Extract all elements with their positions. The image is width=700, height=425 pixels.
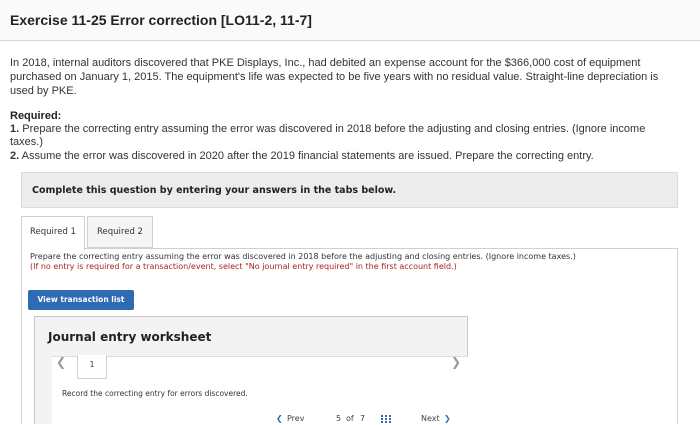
next-button[interactable]: Next (421, 414, 440, 423)
intro-line-1: In 2018, internal auditors discovered th… (10, 57, 641, 69)
view-transaction-list-button[interactable]: View transaction list (28, 290, 134, 310)
record-entry-text: Record the correcting entry for errors d… (62, 389, 248, 398)
grid-icon[interactable] (381, 415, 391, 423)
intro-line-2: purchased on January 1, 2015. The equipm… (10, 71, 659, 83)
required-item-2: 2. Assume the error was discovered in 20… (10, 150, 670, 163)
complete-question-text: Complete this question by entering your … (32, 185, 397, 196)
page-title: Exercise 11-25 Error correction [LO11-2,… (10, 12, 312, 28)
required-heading: Required: (10, 110, 62, 122)
next-chevron-icon[interactable]: ❯ (444, 414, 451, 423)
worksheet-page-indicator[interactable]: 1 (77, 355, 107, 379)
instructions-line-1: Prepare the correcting entry assuming th… (30, 252, 576, 261)
instructions: Prepare the correcting entry assuming th… (30, 252, 650, 272)
required-item-2-text: Assume the error was discovered in 2020 … (21, 150, 594, 162)
chevron-left-icon[interactable]: ❮ (56, 355, 66, 369)
required-item-1-line-1: Prepare the correcting entry assuming th… (22, 123, 646, 135)
tab-required-1[interactable]: Required 1 (21, 216, 85, 250)
intro-line-3: used by PKE. (10, 85, 77, 97)
worksheet-title: Journal entry worksheet (48, 330, 212, 344)
question-pager: ❮ Prev 5 of 7 Next ❯ (0, 414, 700, 424)
complete-question-bar: Complete this question by entering your … (21, 172, 678, 208)
required-item-1-number: 1. (10, 123, 20, 135)
chevron-right-icon[interactable]: ❯ (451, 355, 461, 369)
pager-of-label: of (346, 414, 354, 423)
current-question-number: 5 (336, 414, 342, 423)
intro-paragraph: In 2018, internal auditors discovered th… (10, 56, 682, 98)
tab-required-2[interactable]: Required 2 (87, 216, 153, 248)
required-item-1: 1. Prepare the correcting entry assuming… (10, 123, 670, 149)
prev-chevron-icon[interactable]: ❮ (276, 414, 283, 423)
prev-button[interactable]: Prev (287, 414, 304, 423)
required-item-2-number: 2. (10, 150, 20, 162)
total-questions: 7 (360, 414, 366, 423)
page-header: Exercise 11-25 Error correction [LO11-2,… (0, 0, 700, 41)
required-item-1-line-2: taxes.) (10, 136, 44, 148)
instructions-line-2: (If no entry is required for a transacti… (30, 262, 457, 271)
